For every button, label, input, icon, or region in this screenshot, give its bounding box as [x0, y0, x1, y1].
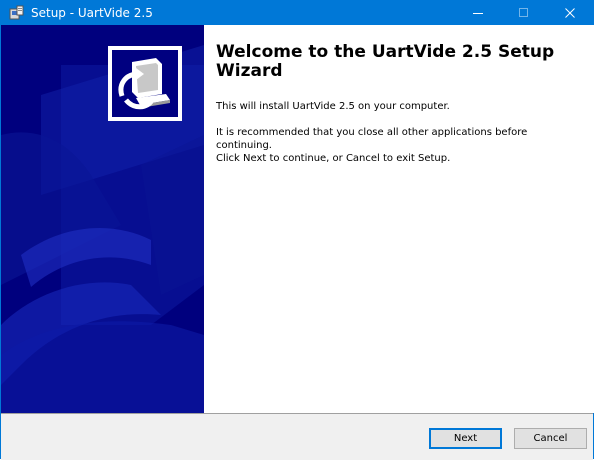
cancel-button[interactable]: Cancel — [514, 428, 587, 449]
install-info-text: This will install UartVide 2.5 on your c… — [216, 101, 450, 112]
close-icon — [565, 8, 575, 18]
next-button[interactable]: Next — [429, 428, 502, 449]
cancel-button-label: Cancel — [533, 433, 568, 444]
window-title: Setup - UartVide 2.5 — [31, 6, 153, 20]
welcome-content: Welcome to the UartVide 2.5 Setup Wizard… — [204, 25, 594, 413]
setup-window: Setup - UartVide 2.5 Welcome to the Uart… — [0, 0, 594, 460]
instructions-text: Click Next to continue, or Cancel to exi… — [216, 153, 451, 164]
next-button-label: Next — [453, 433, 478, 444]
wizard-banner-image — [1, 25, 204, 413]
setup-app-icon — [9, 5, 25, 21]
computer-installer-icon — [112, 50, 178, 117]
button-bar: Next Cancel — [1, 413, 593, 460]
logo-frame — [108, 46, 182, 121]
title-bar[interactable]: Setup - UartVide 2.5 — [1, 1, 593, 25]
recommendation-text: It is recommended that you close all oth… — [216, 127, 528, 151]
page-title: Welcome to the UartVide 2.5 Setup Wizard — [216, 42, 555, 81]
minimize-button[interactable] — [455, 1, 501, 25]
maximize-button — [501, 1, 547, 25]
close-button[interactable] — [547, 1, 593, 25]
maximize-icon — [519, 8, 528, 17]
minimize-icon — [473, 13, 483, 14]
